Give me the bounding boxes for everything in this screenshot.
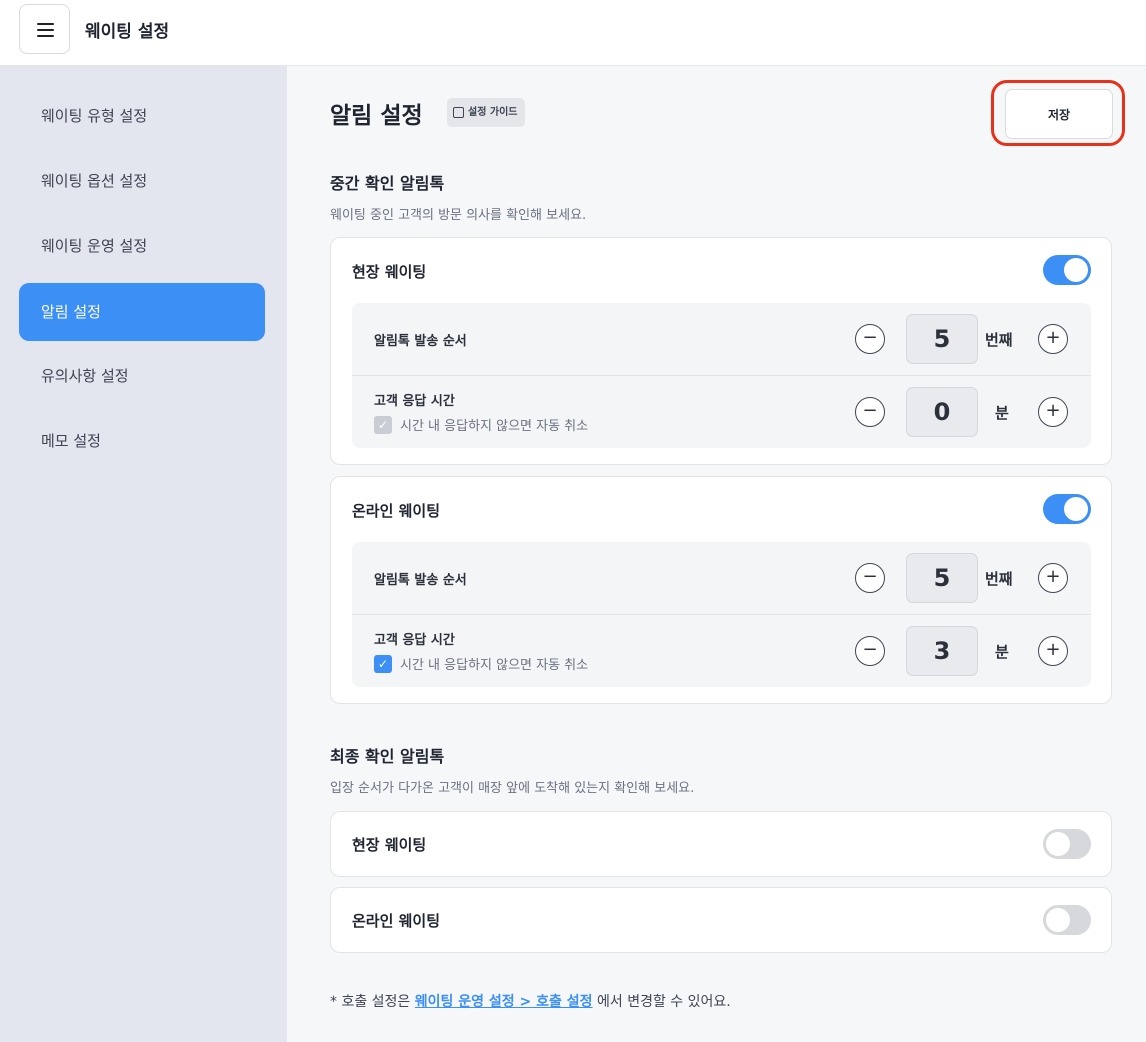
footnote-prefix: * 호출 설정은 [330,994,415,1010]
send-order-unit: 번째 [985,570,1013,588]
send-order-label: 알림톡 발송 순서 [374,573,467,588]
top-bar: 웨이팅 설정 [0,0,1146,66]
auto-cancel-row: ✓ 시간 내 응답하지 않으면 자동 취소 [374,415,588,434]
response-time-unit: 분 [995,404,1009,422]
app-title: 웨이팅 설정 [85,22,170,42]
toggle-knob [1046,832,1070,856]
settings-panel: 알림톡 발송 순서 − 5 번째 + 고객 응답 시간 ✓ 시간 내 응답하지 … [352,542,1091,687]
section-desc-intermediate: 웨이팅 중인 고객의 방문 의사를 확인해 보세요. [330,208,587,223]
increment-button[interactable]: + [1038,636,1068,666]
sidebar-item-notice[interactable]: 유의사항 설정 [19,347,265,405]
card-title: 온라인 웨이팅 [352,502,441,520]
decrement-button[interactable]: − [855,324,885,354]
sidebar-item-waiting-type[interactable]: 웨이팅 유형 설정 [19,87,265,145]
response-time-label: 고객 응답 시간 [374,394,455,409]
decrement-button[interactable]: − [855,636,885,666]
toggle-knob [1046,908,1070,932]
card-title: 온라인 웨이팅 [352,912,441,930]
sidebar-item-waiting-options[interactable]: 웨이팅 옵션 설정 [19,152,265,210]
card-onsite-final: 현장 웨이팅 [330,811,1112,877]
toggle-onsite-intermediate[interactable] [1043,255,1091,285]
main-content: 알림 설정 설정 가이드 저장 중간 확인 알림톡 웨이팅 중인 고객의 방문 … [287,66,1146,1042]
toggle-knob [1064,497,1088,521]
card-online-intermediate: 온라인 웨이팅 알림톡 발송 순서 − 5 번째 + 고객 응답 시간 ✓ 시간… [330,476,1112,704]
toggle-online-final[interactable] [1043,905,1091,935]
save-button[interactable]: 저장 [1005,89,1113,139]
section-desc-final: 입장 순서가 다가온 고객이 매장 앞에 도착해 있는지 확인해 보세요. [330,781,695,796]
send-order-label: 알림톡 발송 순서 [374,334,467,349]
increment-button[interactable]: + [1038,324,1068,354]
toggle-online-intermediate[interactable] [1043,494,1091,524]
send-order-value[interactable]: 5 [906,553,978,603]
card-title: 현장 웨이팅 [352,263,427,281]
sidebar-item-memo[interactable]: 메모 설정 [19,412,265,470]
section-title-intermediate: 중간 확인 알림톡 [330,174,445,193]
divider [352,614,1091,615]
auto-cancel-row: ✓ 시간 내 응답하지 않으면 자동 취소 [374,654,588,673]
auto-cancel-label: 시간 내 응답하지 않으면 자동 취소 [400,419,589,434]
save-highlight: 저장 [991,80,1125,146]
sidebar: 웨이팅 유형 설정 웨이팅 옵션 설정 웨이팅 운영 설정 알림 설정 유의사항… [0,66,287,1042]
settings-panel: 알림톡 발송 순서 − 5 번째 + 고객 응답 시간 ✓ 시간 내 응답하지 … [352,303,1091,448]
hamburger-icon [37,23,54,25]
send-order-unit: 번째 [985,331,1013,349]
sidebar-item-waiting-operation[interactable]: 웨이팅 운영 설정 [19,217,265,275]
sidebar-item-notification[interactable]: 알림 설정 [19,283,265,341]
hamburger-icon [37,35,54,37]
toggle-onsite-final[interactable] [1043,829,1091,859]
auto-cancel-checkbox[interactable]: ✓ [374,415,392,434]
response-time-label: 고객 응답 시간 [374,633,455,648]
check-icon: ✓ [377,417,389,432]
increment-button[interactable]: + [1038,563,1068,593]
footnote: * 호출 설정은 웨이팅 운영 설정 > 호출 설정 에서 변경할 수 있어요. [330,991,731,1011]
divider [352,375,1091,376]
increment-button[interactable]: + [1038,397,1068,427]
response-time-value[interactable]: 0 [906,387,978,437]
card-onsite-intermediate: 현장 웨이팅 알림톡 발송 순서 − 5 번째 + 고객 응답 시간 ✓ 시간 … [330,237,1112,465]
hamburger-menu-button[interactable] [19,4,70,54]
card-title: 현장 웨이팅 [352,836,427,854]
toggle-knob [1064,258,1088,282]
card-online-final: 온라인 웨이팅 [330,887,1112,953]
setting-guide-label: 설정 가이드 [468,107,518,118]
auto-cancel-checkbox[interactable]: ✓ [374,654,392,673]
response-time-value[interactable]: 3 [906,626,978,676]
auto-cancel-label: 시간 내 응답하지 않으면 자동 취소 [400,658,589,673]
decrement-button[interactable]: − [855,563,885,593]
section-title-final: 최종 확인 알림톡 [330,747,445,766]
check-icon: ✓ [377,656,389,671]
hamburger-icon [37,29,54,31]
book-icon [453,107,464,118]
response-time-unit: 분 [995,643,1009,661]
setting-guide-button[interactable]: 설정 가이드 [447,98,526,127]
decrement-button[interactable]: − [855,397,885,427]
call-settings-link[interactable]: 웨이팅 운영 설정 > 호출 설정 [415,994,593,1010]
page-title: 알림 설정 [330,103,423,129]
footnote-suffix: 에서 변경할 수 있어요. [592,994,731,1010]
send-order-value[interactable]: 5 [906,314,978,364]
